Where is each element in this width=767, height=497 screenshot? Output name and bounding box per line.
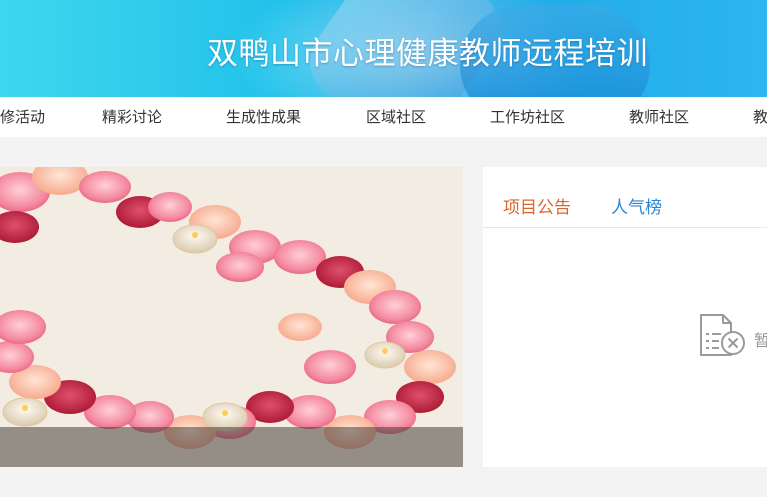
nav-item-regional-community[interactable]: 区域社区 [366, 97, 426, 137]
tab-popularity-ranking[interactable]: 人气榜 [611, 193, 662, 218]
panel-tabs: 项目公告 人气榜 [483, 167, 767, 228]
empty-state-icon [695, 312, 747, 364]
nav-item-more[interactable]: 教 [753, 97, 767, 137]
notice-panel: 项目公告 人气榜 暂 [483, 167, 767, 467]
tab-project-announcement[interactable]: 项目公告 [503, 193, 571, 218]
header-banner: 双鸭山市心理健康教师远程培训 [0, 0, 767, 97]
nav-item-teacher-community[interactable]: 教师社区 [629, 97, 689, 137]
site-title: 双鸭山市心理健康教师远程培训 [207, 36, 648, 72]
heart-petals-image [0, 167, 463, 467]
empty-state-text: 暂 [754, 331, 767, 350]
nav-item-results[interactable]: 生成性成果 [226, 97, 301, 137]
nav-item-discussion[interactable]: 精彩讨论 [102, 97, 162, 137]
carousel-caption-bar [0, 427, 463, 467]
nav-item-training-activity[interactable]: 修活动 [0, 97, 45, 137]
carousel-image[interactable] [0, 167, 463, 467]
main-nav: 修活动 精彩讨论 生成性成果 区域社区 工作坊社区 教师社区 教 [0, 97, 767, 137]
nav-item-workshop-community[interactable]: 工作坊社区 [490, 97, 565, 137]
